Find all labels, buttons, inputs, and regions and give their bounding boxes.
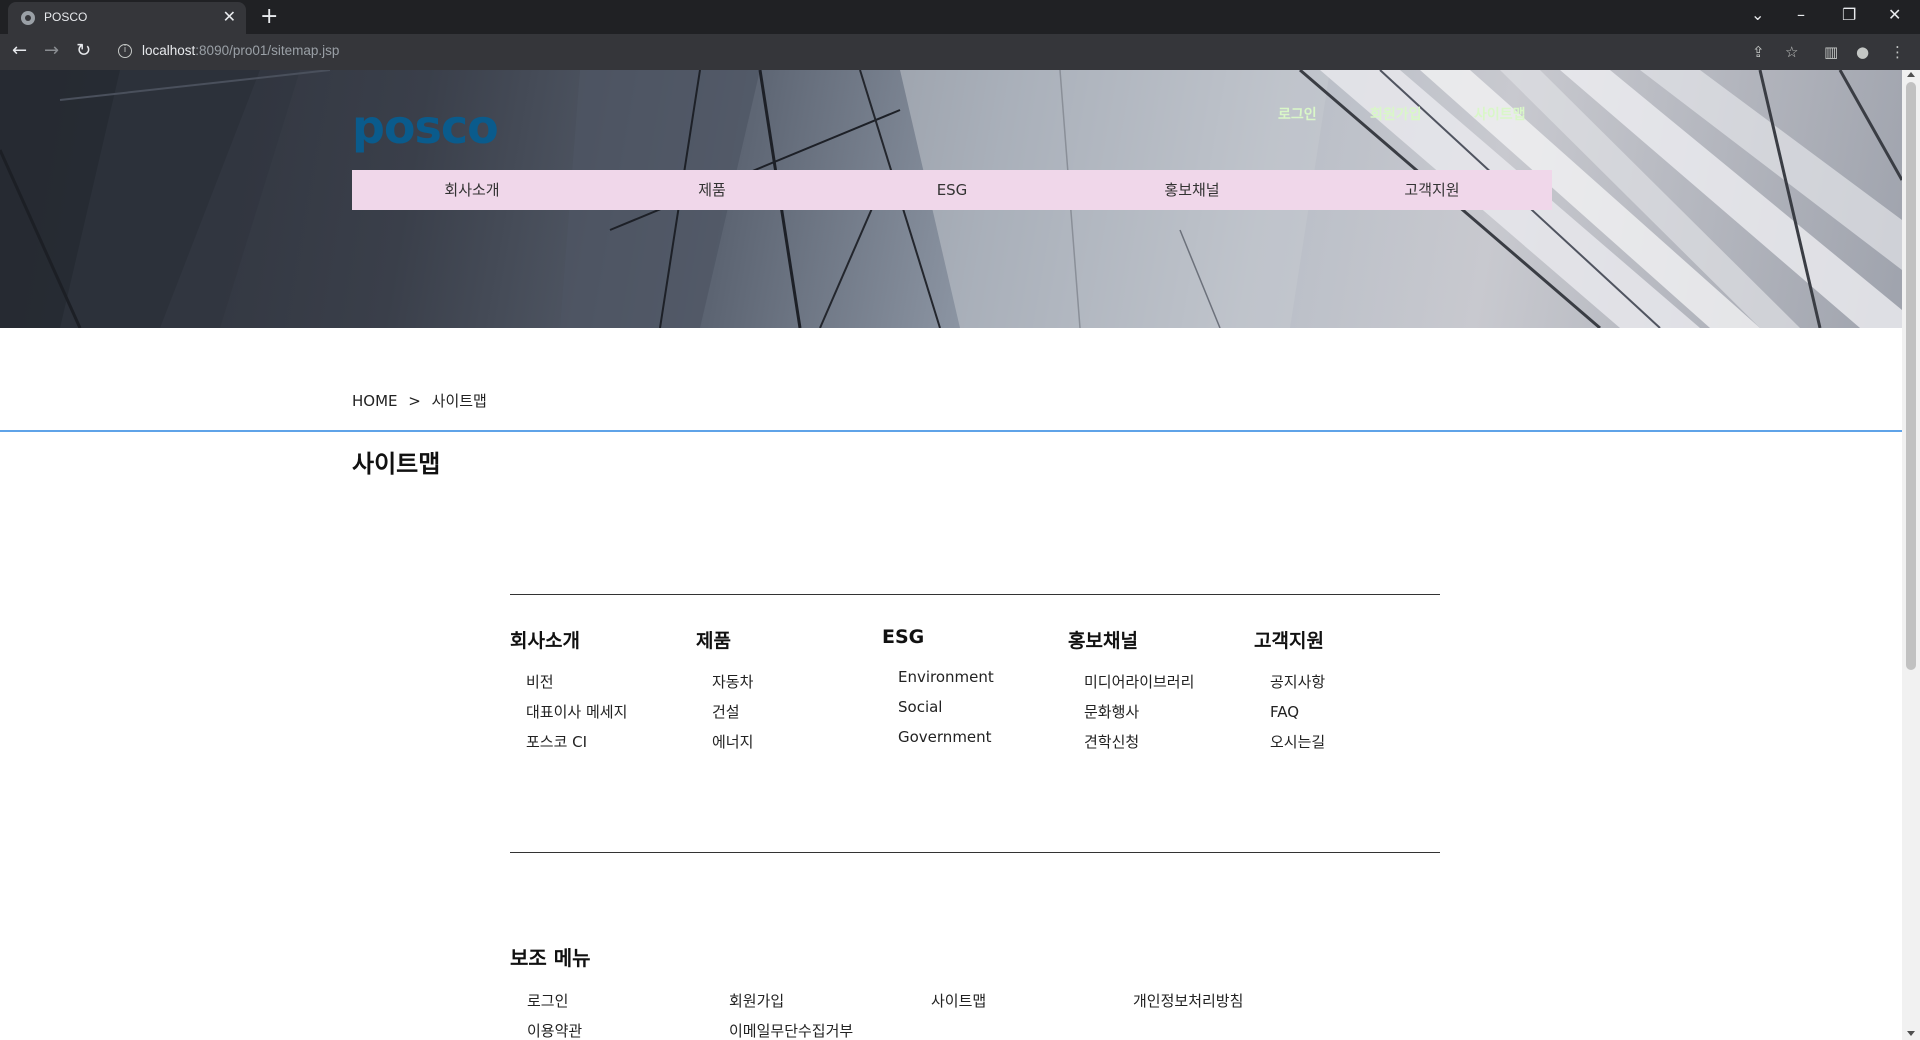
sitemap-link[interactable]: 에너지 xyxy=(696,727,753,757)
global-navigation: 회사소개 제품 ESG 홍보채널 고객지원 xyxy=(352,170,1552,210)
scroll-down-arrow-icon[interactable] xyxy=(1907,1031,1915,1036)
sitemap-column-support: 고객지원 공지사항 FAQ 오시는길 xyxy=(1254,626,1325,757)
signup-link[interactable]: 회원가입 xyxy=(1370,104,1422,124)
url-host: localhost xyxy=(142,43,196,58)
sub-menu-title: 보조 메뉴 xyxy=(510,946,591,970)
back-icon[interactable]: ← xyxy=(12,40,27,62)
sitemap-link[interactable]: 사이트맵 xyxy=(1474,104,1526,124)
tab-title: POSCO xyxy=(44,10,88,24)
close-tab-icon[interactable]: ✕ xyxy=(223,8,236,26)
sub-menu-terms-link[interactable]: 이용약관 xyxy=(527,1020,582,1040)
share-icon[interactable]: ⇪ xyxy=(1752,42,1765,62)
browser-tab-bar: POSCO ✕ + ⌄ – ❐ ✕ xyxy=(0,0,1920,34)
gnb-item-company[interactable]: 회사소개 xyxy=(352,170,592,210)
sitemap-link[interactable]: 대표이사 메세지 xyxy=(510,697,627,727)
gnb-item-products[interactable]: 제품 xyxy=(592,170,832,210)
close-window-icon[interactable]: ✕ xyxy=(1888,4,1901,26)
url-path: :8090/pro01/sitemap.jsp xyxy=(195,43,340,58)
sitemap-link[interactable]: Social xyxy=(882,692,994,722)
sub-menu-privacy-link[interactable]: 개인정보처리방침 xyxy=(1133,990,1243,1011)
sitemap-column-title[interactable]: 회사소개 xyxy=(510,626,627,653)
breadcrumb-divider xyxy=(0,430,1902,432)
sub-menu-signup-link[interactable]: 회원가입 xyxy=(729,990,784,1011)
breadcrumb: HOME > 사이트맵 xyxy=(352,390,493,411)
sitemap-column-company: 회사소개 비전 대표이사 메세지 포스코 CI xyxy=(510,626,627,757)
sitemap-link[interactable]: 공지사항 xyxy=(1254,667,1325,697)
sitemap-link[interactable]: 문화행사 xyxy=(1068,697,1194,727)
sub-menu-sitemap-link[interactable]: 사이트맵 xyxy=(931,990,986,1011)
sitemap-link[interactable]: 오시는길 xyxy=(1254,727,1325,757)
forward-icon[interactable]: → xyxy=(44,40,59,62)
restore-icon[interactable]: ❐ xyxy=(1842,4,1856,26)
profile-icon[interactable]: ● xyxy=(1856,42,1869,62)
page-content: posco 로그인 회원가입 사이트맵 회사소개 제품 ESG 홍보채널 고객지… xyxy=(0,70,1902,1040)
sitemap-column-title[interactable]: 제품 xyxy=(696,626,753,653)
gnb-item-pr-channel[interactable]: 홍보채널 xyxy=(1072,170,1312,210)
sitemap-link[interactable]: 미디어라이브러리 xyxy=(1068,667,1194,697)
sitemap-column-title[interactable]: 홍보채널 xyxy=(1068,626,1194,653)
reload-icon[interactable]: ↻ xyxy=(76,40,91,62)
menu-icon[interactable]: ⋮ xyxy=(1890,42,1905,62)
site-info-icon[interactable]: i xyxy=(118,44,132,58)
sitemap-column-title[interactable]: ESG xyxy=(882,626,994,648)
scrollbar-thumb[interactable] xyxy=(1906,82,1916,670)
sitemap-link[interactable]: Environment xyxy=(882,662,994,692)
sitemap-column-pr-channel: 홍보채널 미디어라이브러리 문화행사 견학신청 xyxy=(1068,626,1194,757)
breadcrumb-separator: > xyxy=(408,392,421,410)
scroll-up-arrow-icon[interactable] xyxy=(1907,72,1915,77)
gnb-item-esg[interactable]: ESG xyxy=(832,170,1072,210)
sitemap-link[interactable]: 비전 xyxy=(510,667,627,697)
login-link[interactable]: 로그인 xyxy=(1278,104,1317,124)
sitemap-link[interactable]: 포스코 CI xyxy=(510,727,627,757)
side-panel-icon[interactable]: ▥ xyxy=(1824,42,1838,62)
bookmark-star-icon[interactable]: ☆ xyxy=(1785,42,1798,62)
sitemap-column-esg: ESG Environment Social Government xyxy=(882,626,994,752)
tab-search-icon[interactable]: ⌄ xyxy=(1751,4,1764,26)
sitemap-link[interactable]: Government xyxy=(882,722,994,752)
posco-logo[interactable]: posco xyxy=(352,100,499,154)
sitemap-link[interactable]: 자동차 xyxy=(696,667,753,697)
sub-menu-email-refusal-link[interactable]: 이메일무단수집거부 xyxy=(729,1020,853,1040)
sitemap-link[interactable]: 건설 xyxy=(696,697,753,727)
page-title: 사이트맵 xyxy=(352,450,441,478)
sub-menu-login-link[interactable]: 로그인 xyxy=(527,990,568,1011)
sitemap-link[interactable]: 견학신청 xyxy=(1068,727,1194,757)
sub-menu-divider xyxy=(510,852,1440,853)
globe-icon xyxy=(21,11,35,25)
browser-toolbar: ← → ↻ i localhost:8090/pro01/sitemap.jsp… xyxy=(0,34,1920,70)
sitemap-top-divider xyxy=(510,594,1440,595)
gnb-item-support[interactable]: 고객지원 xyxy=(1312,170,1552,210)
breadcrumb-current: 사이트맵 xyxy=(431,392,487,410)
header-hero-banner: posco 로그인 회원가입 사이트맵 회사소개 제품 ESG 홍보채널 고객지… xyxy=(0,70,1902,328)
new-tab-button[interactable]: + xyxy=(260,4,278,30)
sitemap-link[interactable]: FAQ xyxy=(1254,697,1325,727)
sitemap-column-products: 제품 자동차 건설 에너지 xyxy=(696,626,753,757)
address-bar[interactable]: localhost:8090/pro01/sitemap.jsp xyxy=(142,43,339,58)
minimize-icon[interactable]: – xyxy=(1797,4,1805,26)
browser-tab[interactable]: POSCO ✕ xyxy=(8,2,246,34)
sitemap-column-title[interactable]: 고객지원 xyxy=(1254,626,1325,653)
breadcrumb-home[interactable]: HOME xyxy=(352,392,398,410)
page-scrollbar[interactable] xyxy=(1902,70,1920,1040)
